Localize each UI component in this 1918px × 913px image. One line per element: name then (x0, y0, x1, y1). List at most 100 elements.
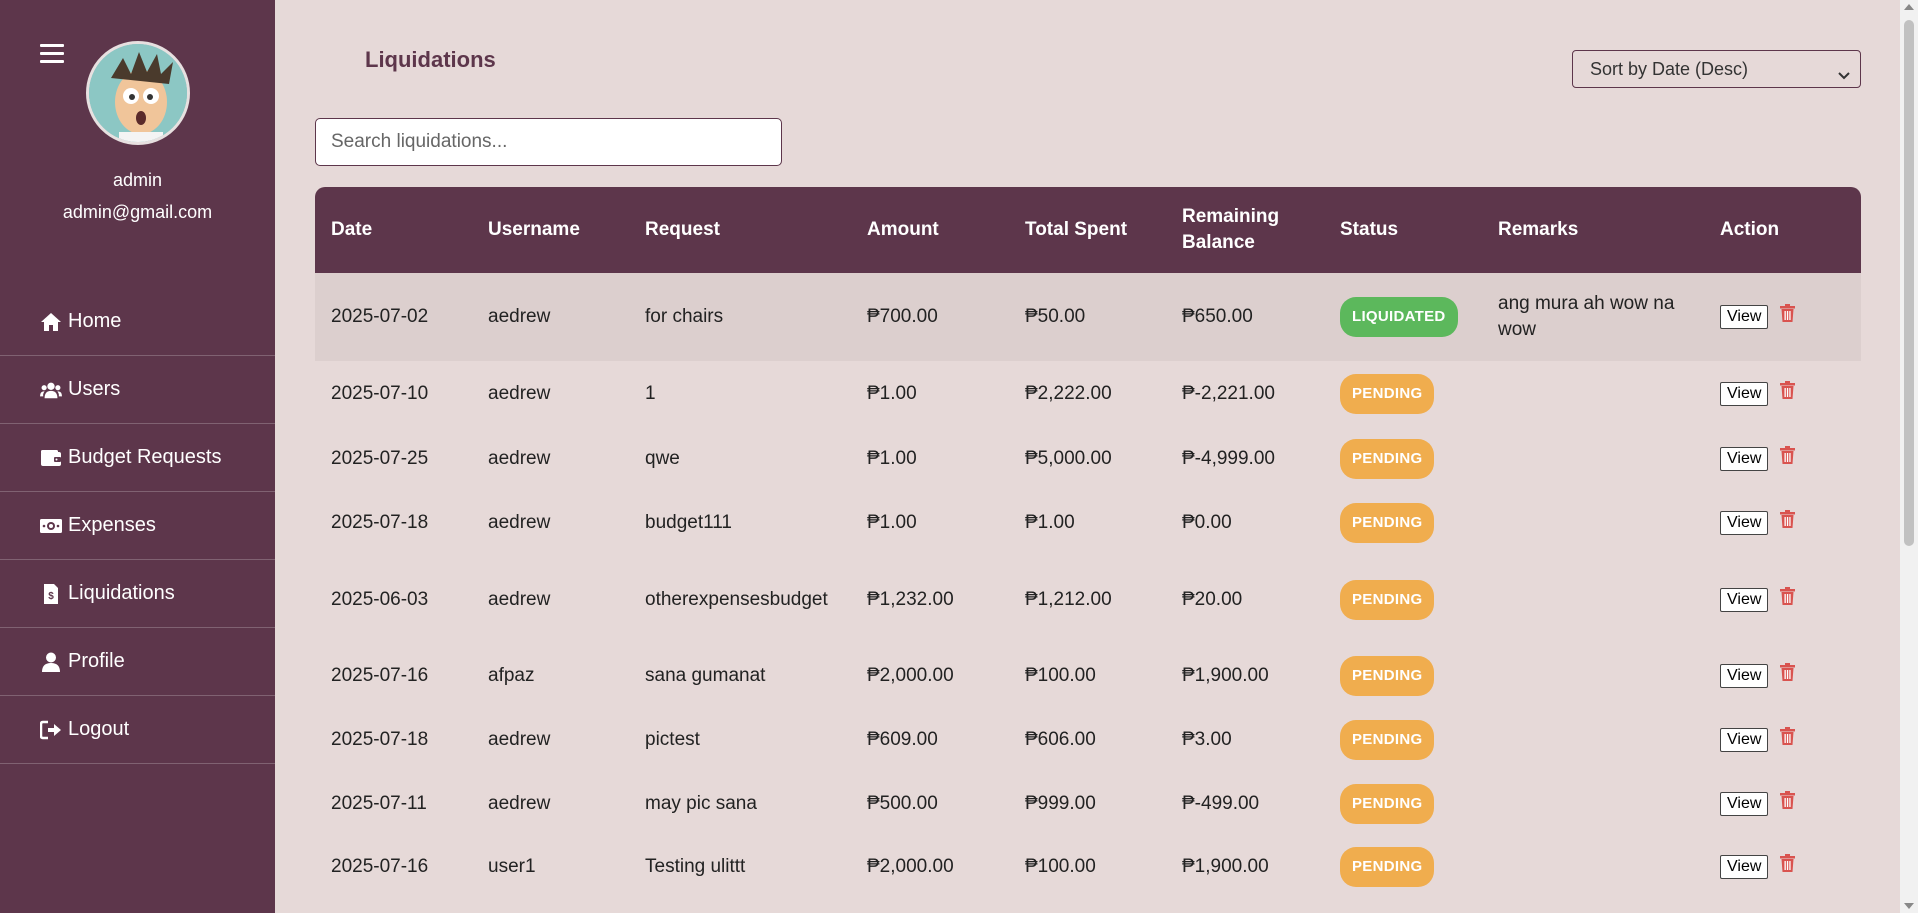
home-icon (40, 311, 62, 333)
sidebar-nav: Home Users Budget Requests Expenses $ Li… (0, 288, 275, 764)
status-badge: PENDING (1340, 784, 1435, 824)
sidebar-item-profile[interactable]: Profile (0, 628, 275, 696)
view-button[interactable]: View (1720, 727, 1769, 752)
wallet-icon (40, 447, 62, 469)
column-header: Amount (867, 219, 939, 240)
cell-date: 2025-07-18 (331, 729, 429, 750)
cell-username: afpaz (488, 665, 535, 686)
sidebar-item-users[interactable]: Users (0, 356, 275, 424)
cell-amount: ₱1.00 (867, 512, 917, 533)
cell-username: aedrew (488, 383, 551, 404)
cell-status: PENDING (1324, 645, 1482, 707)
table-row: 2025-07-18 aedrew pictest ₱609.00 ₱606.00 ₱3.… (315, 707, 1861, 773)
cell-balance: ₱1,900.00 (1182, 665, 1269, 686)
scrollbar-thumb[interactable] (1904, 20, 1914, 546)
users-icon (40, 379, 62, 401)
trash-icon[interactable] (1780, 509, 1796, 536)
cell-spent: ₱5,000.00 (1025, 448, 1112, 469)
trash-icon[interactable] (1780, 380, 1796, 407)
cell-spent: ₱606.00 (1025, 729, 1096, 750)
cell-username: aedrew (488, 512, 551, 533)
sort-select[interactable]: Sort by Date (Desc) (1572, 50, 1861, 88)
cell-remarks (1482, 773, 1704, 835)
cell-remarks (1482, 707, 1704, 773)
sidebar: admin admin@gmail.com Home Users Budget … (0, 0, 275, 913)
cell-spent: ₱1.00 (1025, 512, 1075, 533)
cell-balance: ₱-2,221.00 (1182, 383, 1275, 404)
trash-icon[interactable] (1780, 726, 1796, 753)
view-button[interactable]: View (1720, 587, 1769, 612)
trash-icon[interactable] (1780, 445, 1796, 472)
cell-amount: ₱1.00 (867, 448, 917, 469)
chevron-down-icon (1838, 64, 1850, 85)
cell-status: PENDING (1324, 555, 1482, 645)
status-badge: PENDING (1340, 847, 1435, 887)
cell-action: View (1704, 707, 1861, 773)
cell-amount: ₱700.00 (867, 306, 938, 327)
cell-date: 2025-07-02 (331, 306, 429, 327)
trash-icon[interactable] (1780, 853, 1796, 880)
cell-date: 2025-07-16 (331, 665, 429, 686)
status-badge: PENDING (1340, 580, 1435, 620)
status-badge: PENDING (1340, 374, 1435, 414)
sidebar-item-expenses[interactable]: Expenses (0, 492, 275, 560)
cell-spent: ₱999.00 (1025, 793, 1096, 814)
view-button[interactable]: View (1720, 304, 1769, 329)
cell-status: PENDING (1324, 491, 1482, 555)
sidebar-item-home[interactable]: Home (0, 288, 275, 356)
menu-toggle-icon[interactable] (40, 44, 64, 64)
cell-remarks (1482, 555, 1704, 645)
sidebar-item-logout[interactable]: Logout (0, 696, 275, 764)
cell-action: View (1704, 555, 1861, 645)
sidebar-item-label: Profile (68, 650, 125, 672)
sidebar-item-budget-requests[interactable]: Budget Requests (0, 424, 275, 492)
cell-balance: ₱3.00 (1182, 729, 1232, 750)
cell-date: 2025-06-03 (331, 589, 429, 610)
cell-username: aedrew (488, 448, 551, 469)
trash-icon[interactable] (1780, 586, 1796, 613)
table-header-row: Date Username Request Amount Total Spent… (315, 187, 1861, 273)
sidebar-item-label: Budget Requests (68, 446, 222, 468)
view-button[interactable]: View (1720, 381, 1769, 406)
sidebar-item-liquidations[interactable]: $ Liquidations (0, 560, 275, 628)
sidebar-item-label: Home (68, 310, 122, 332)
column-header: Action (1720, 219, 1780, 240)
cell-spent: ₱1,212.00 (1025, 589, 1112, 610)
cell-action: View (1704, 645, 1861, 707)
cell-request: may pic sana (645, 793, 757, 814)
scroll-down-arrow-icon[interactable] (1904, 903, 1914, 909)
page-title: Liquidations (365, 47, 496, 72)
cell-balance: ₱1,900.00 (1182, 856, 1269, 877)
trash-icon[interactable] (1780, 662, 1796, 689)
view-button[interactable]: View (1720, 791, 1769, 816)
view-button[interactable]: View (1720, 663, 1769, 688)
cell-remarks: ang mura ah wow na wow (1498, 293, 1675, 340)
view-button[interactable]: View (1720, 854, 1769, 879)
view-button[interactable]: View (1720, 510, 1769, 535)
sort-selected-value: Sort by Date (Desc) (1590, 58, 1749, 79)
column-header: Status (1340, 219, 1399, 240)
view-button[interactable]: View (1720, 446, 1769, 471)
cell-request: pictest (645, 729, 700, 750)
cell-date: 2025-07-25 (331, 448, 429, 469)
table-row: 2025-07-10 aedrew 1 ₱1.00 ₱2,222.00 ₱-2,221.0… (315, 361, 1861, 427)
cell-request: sana gumanat (645, 665, 766, 686)
sidebar-item-label: Users (68, 378, 121, 400)
cell-status: LIQUIDATED (1324, 273, 1482, 361)
cell-amount: ₱1.00 (867, 383, 917, 404)
search-input[interactable] (315, 118, 782, 166)
cell-username: aedrew (488, 306, 551, 327)
trash-icon[interactable] (1780, 790, 1796, 817)
table-row: 2025-07-16 user1 Testing ulittt ₱2,000.00 ₱1… (315, 835, 1861, 899)
page-scrollbar[interactable] (1900, 0, 1918, 913)
scroll-up-arrow-icon[interactable] (1904, 4, 1914, 10)
cell-action: View (1704, 773, 1861, 835)
table-row: 2025-07-25 aedrew qwe ₱1.00 ₱5,000.00 ₱-4,999… (315, 427, 1861, 491)
liquidations-table: Date Username Request Amount Total Spent… (315, 187, 1861, 899)
table-row: 2025-07-18 aedrew budget111 ₱1.00 ₱1.00 ₱0.00… (315, 491, 1861, 555)
cell-spent: ₱100.00 (1025, 856, 1096, 877)
cell-request: for chairs (645, 306, 724, 327)
cell-request: 1 (645, 383, 656, 404)
trash-icon[interactable] (1780, 303, 1796, 330)
cell-action: View (1704, 361, 1861, 427)
